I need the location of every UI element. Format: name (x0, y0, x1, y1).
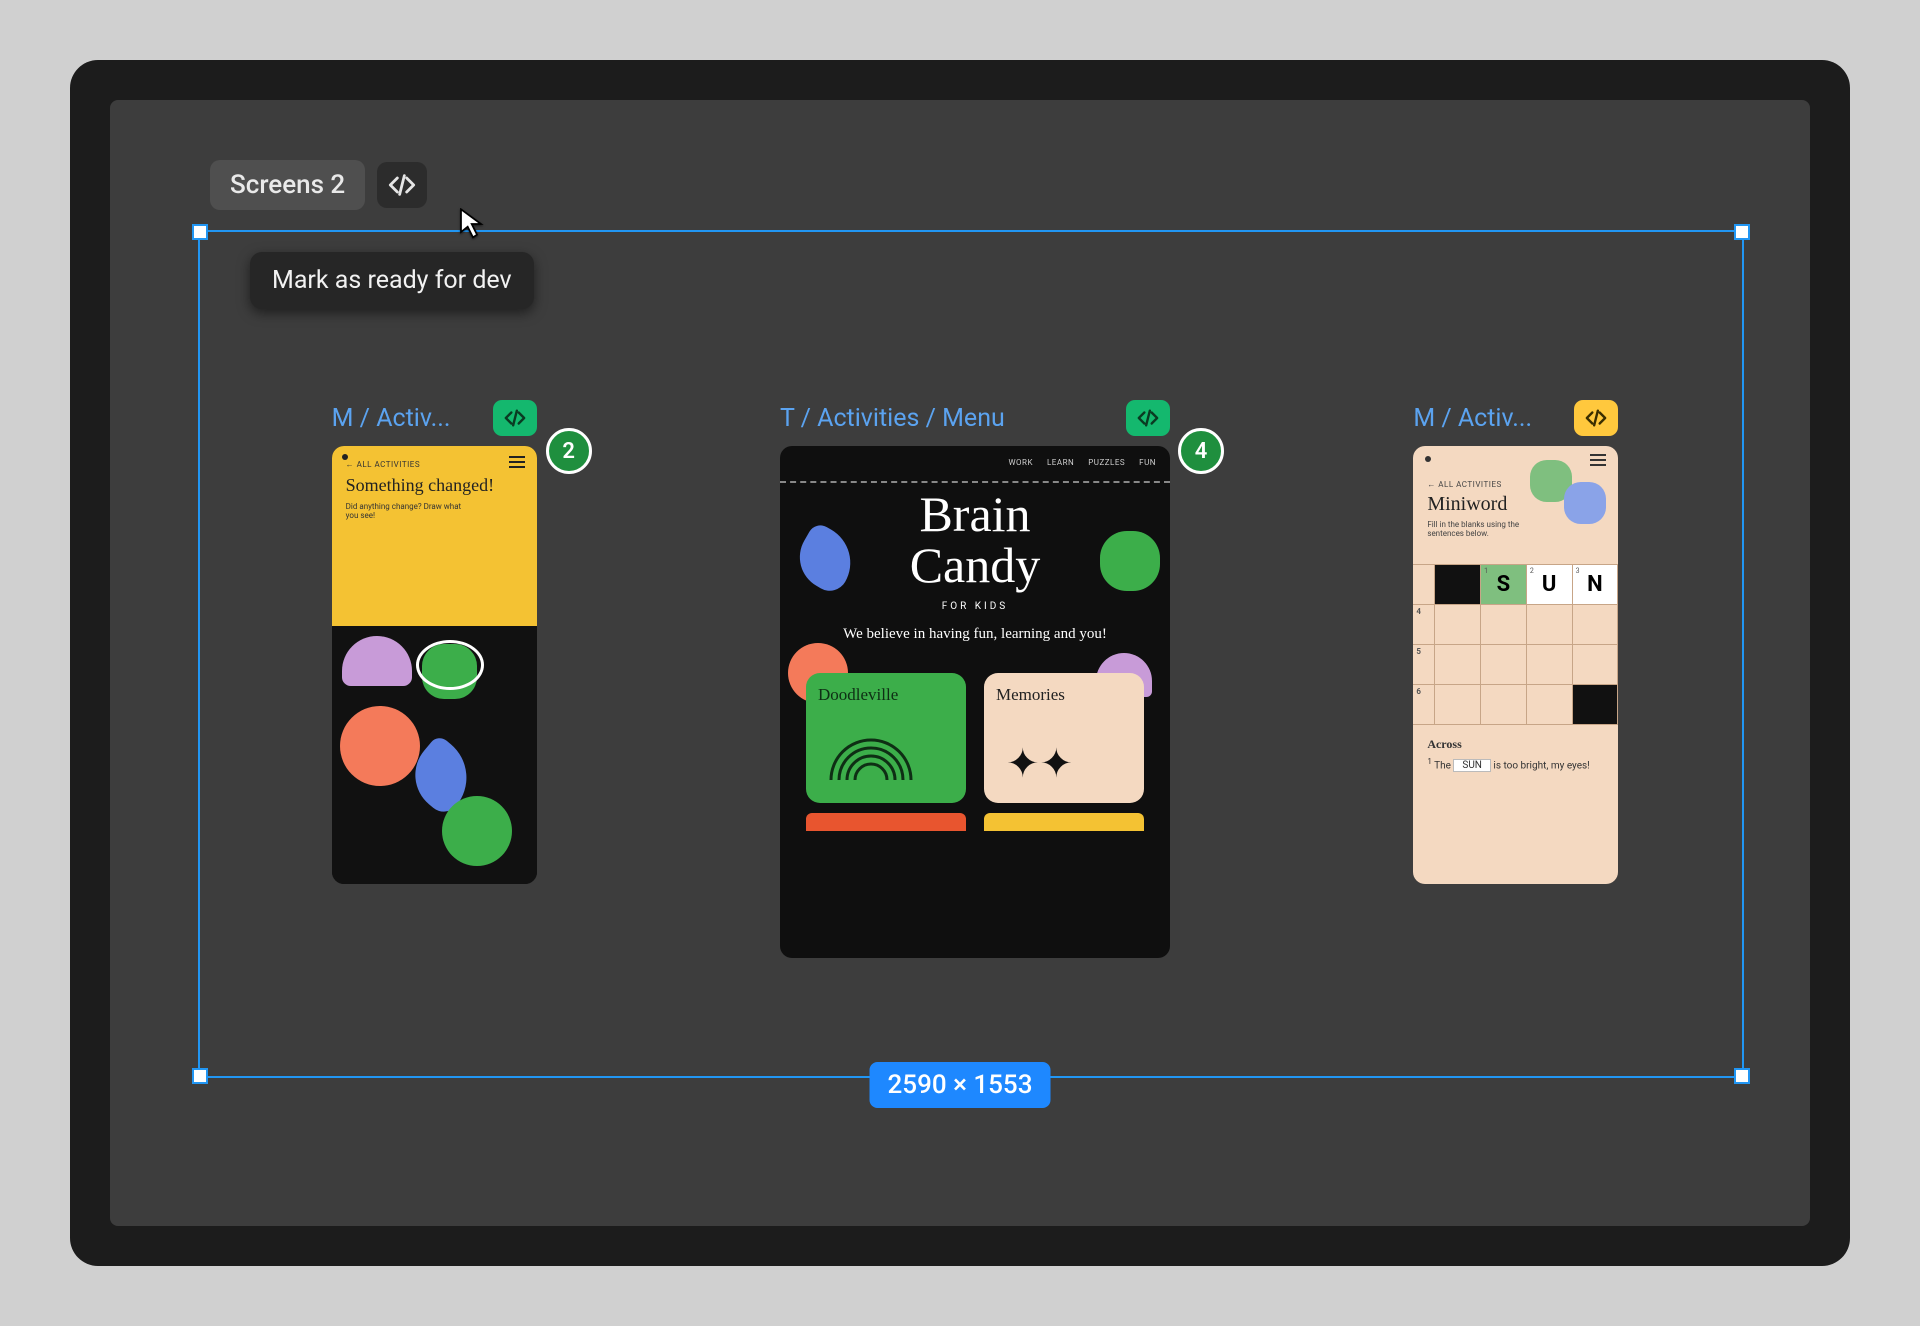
back-link: ← ALL ACTIVITIES (346, 460, 523, 469)
brand-dot-icon (342, 454, 348, 460)
comment-pin[interactable]: 4 (1178, 428, 1224, 474)
grid-cell (1413, 565, 1435, 605)
grid-cell (1527, 605, 1573, 645)
grid-cell: 2U (1527, 565, 1573, 605)
card-doodleville: Doodleville (806, 673, 966, 803)
dev-status-badge[interactable] (1574, 400, 1618, 436)
clue-text: 1 The SUN is too bright, my eyes! (1427, 756, 1604, 773)
brand-dot-icon (1425, 456, 1431, 462)
selection-dimensions: 2590 × 1553 (870, 1062, 1051, 1108)
screen-3-header: ← ALL ACTIVITIES Miniword Fill in the bl… (1413, 446, 1618, 550)
cards-row: Doodleville Memories ✦✦ (780, 649, 1170, 813)
card-title: Memories (996, 685, 1065, 704)
grid-cell (1573, 605, 1619, 645)
shape-clover-icon (1100, 531, 1160, 591)
mark-ready-for-dev-button[interactable] (377, 162, 427, 208)
frame-3-header: M / Activ... (1413, 400, 1618, 436)
cursor-pointer (458, 208, 488, 244)
grid-cell (1527, 645, 1573, 685)
hero-title-l1: Brain (800, 489, 1150, 540)
card-peek (806, 813, 966, 831)
artwork-area (332, 626, 537, 884)
grid-cell: 3N (1573, 565, 1619, 605)
card-title: Doodleville (818, 685, 898, 704)
nav-item: WORK (1008, 458, 1033, 467)
grid-cell: 4 (1413, 605, 1435, 645)
grid-cell (1481, 645, 1527, 685)
resize-handle-bl[interactable] (192, 1068, 208, 1084)
tooltip: Mark as ready for dev (250, 252, 534, 309)
shape-arch-icon (342, 636, 412, 686)
comment-pin[interactable]: 2 (546, 428, 592, 474)
grid-cell (1527, 685, 1573, 725)
frame-2-label[interactable]: T / Activities / Menu (780, 404, 1005, 433)
clue-section: Across 1 The SUN is too bright, my eyes! (1413, 725, 1618, 785)
top-nav: WORK LEARN PUZZLES FUN (780, 446, 1170, 479)
shape-flower-icon (340, 706, 420, 786)
grid-cell (1573, 645, 1619, 685)
grid-cell (1481, 685, 1527, 725)
section-header: Screens 2 (210, 160, 427, 210)
cards-row-2 (780, 813, 1170, 831)
resize-handle-tl[interactable] (192, 224, 208, 240)
activity-subtitle: Fill in the blanks using the sentences b… (1427, 520, 1557, 538)
frame-1-label[interactable]: M / Activ... (332, 404, 451, 433)
activity-subtitle: Did anything change? Draw what you see! (346, 502, 476, 520)
card-memories: Memories ✦✦ (984, 673, 1144, 803)
canvas[interactable]: Screens 2 Mark as ready for dev 2590 × 1… (110, 100, 1810, 1226)
hamburger-icon (1590, 454, 1606, 466)
grid-cell: 5 (1413, 645, 1435, 685)
dev-status-badge[interactable] (493, 400, 537, 436)
dev-status-badge[interactable] (1126, 400, 1170, 436)
across-label: Across (1427, 737, 1604, 752)
card-peek (984, 813, 1144, 831)
frame-1-screen[interactable]: ← ALL ACTIVITIES Something changed! Did … (332, 446, 537, 884)
rainbow-icon (826, 730, 916, 791)
frame-3-label[interactable]: M / Activ... (1413, 404, 1532, 433)
annotation-circle-icon (416, 640, 484, 690)
grid-cell (1573, 685, 1619, 725)
hero-tag: FOR KIDS (800, 601, 1150, 612)
grid-cell: 6 (1413, 685, 1435, 725)
hero: Brain Candy FOR KIDS We believe in havin… (780, 483, 1170, 649)
grid-cell (1435, 605, 1481, 645)
shape-flower-icon (1564, 482, 1606, 524)
grid-cell (1435, 685, 1481, 725)
screen-1-header: ← ALL ACTIVITIES Something changed! Did … (332, 446, 537, 626)
frames-container: M / Activ... 2 ← ALL ACTIVITIES Somethin… (240, 400, 1710, 958)
sparkle-icon: ✦✦ (1006, 740, 1073, 787)
nav-item: LEARN (1047, 458, 1074, 467)
hamburger-icon (509, 456, 525, 468)
frame-1[interactable]: M / Activ... 2 ← ALL ACTIVITIES Somethin… (332, 400, 537, 884)
crossword-grid: 1S 2U 3N 4 5 (1413, 564, 1618, 725)
grid-cell (1435, 565, 1481, 605)
resize-handle-tr[interactable] (1734, 224, 1750, 240)
app-window: Screens 2 Mark as ready for dev 2590 × 1… (70, 60, 1850, 1266)
grid-cell (1435, 645, 1481, 685)
hero-sub: We believe in having fun, learning and y… (800, 626, 1150, 643)
resize-handle-br[interactable] (1734, 1068, 1750, 1084)
frame-2-header: T / Activities / Menu (780, 400, 1170, 436)
frame-3-screen[interactable]: ← ALL ACTIVITIES Miniword Fill in the bl… (1413, 446, 1618, 884)
code-icon (1585, 407, 1607, 429)
nav-item: PUZZLES (1088, 458, 1125, 467)
frame-3[interactable]: M / Activ... ← ALL ACTIVITIES Miniword F… (1413, 400, 1618, 884)
code-icon (1137, 407, 1159, 429)
grid-cell (1481, 605, 1527, 645)
nav-item: FUN (1139, 458, 1156, 467)
frame-1-header: M / Activ... (332, 400, 537, 436)
frame-2-screen[interactable]: WORK LEARN PUZZLES FUN Brain Candy FOR K… (780, 446, 1170, 958)
activity-title: Something changed! (346, 475, 523, 496)
hero-title-l2: Candy (800, 540, 1150, 591)
shape-clover-icon (442, 796, 512, 866)
frame-2[interactable]: T / Activities / Menu 4 WORK LEARN PUZZL… (780, 400, 1170, 958)
section-label[interactable]: Screens 2 (210, 160, 365, 210)
code-icon (504, 407, 526, 429)
grid-cell: 1S (1481, 565, 1527, 605)
code-icon (388, 171, 416, 199)
clue-answer: SUN (1453, 759, 1491, 772)
